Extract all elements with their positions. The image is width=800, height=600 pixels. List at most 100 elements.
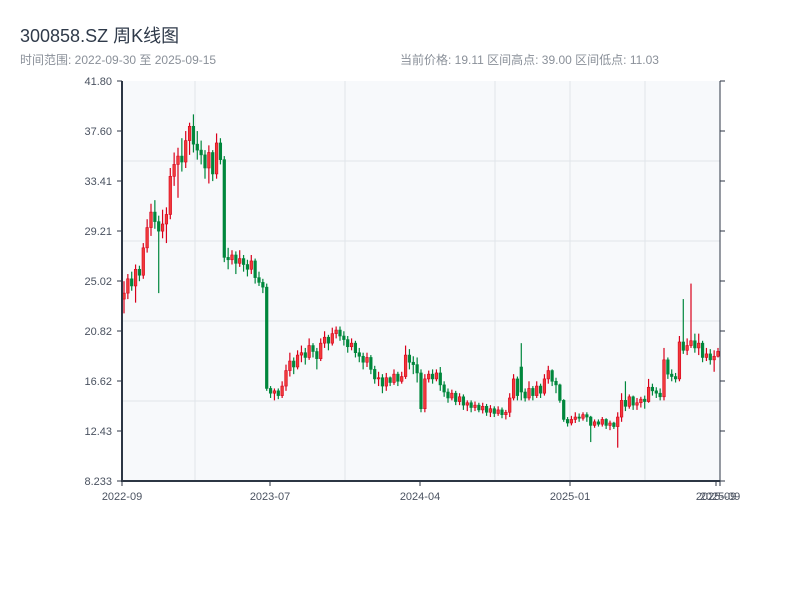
candle-body [670,373,674,377]
candle-body [562,400,566,420]
candle-body [376,377,381,380]
candle-body [380,377,385,387]
candle-body [569,419,574,424]
candle-body [631,396,635,406]
candle-body [700,342,705,358]
candle-body [373,369,377,380]
candle-body [546,370,550,380]
candle-body [500,409,504,415]
candle-body [411,361,415,365]
candle-body [658,392,662,398]
candle-body [604,419,608,426]
candle-body [612,422,616,427]
candle-body [434,372,439,380]
candle-body [446,391,450,399]
candle-body [592,421,597,426]
candle-body [241,258,246,265]
candle-body [288,360,292,371]
candle-body [346,339,350,348]
candle-body [238,258,242,264]
candle-body [654,390,658,394]
candle-body [689,340,693,346]
candle-body [234,254,238,264]
candle-body [122,292,126,300]
candle-body [384,377,388,387]
candle-body [697,342,701,349]
candle-body [430,373,435,380]
plot-area [122,81,720,481]
candle-body [149,211,153,228]
candle-body [307,345,311,358]
candle-body [442,384,446,393]
candle-body [708,353,712,361]
candle-body [465,402,469,406]
candle-body [396,373,400,382]
candle-down [558,383,562,403]
candle-body [361,355,365,363]
y-tick-label: 29.21 [84,226,112,238]
y-tick-label: 12.43 [84,426,112,438]
candle-body [218,142,223,160]
candle-body [160,223,165,232]
candle-body [585,414,589,418]
candle-body [461,396,466,406]
candle-body [484,406,489,413]
candle-body [589,416,593,426]
candle-body [623,400,628,407]
candle-body [650,386,655,392]
candle-body [523,391,527,399]
candle-body [168,176,172,215]
y-tick-label: 25.02 [84,276,112,288]
candle-body [519,366,523,393]
candle-body [558,384,562,401]
candle-body [195,143,199,151]
candle-body [180,155,184,163]
candle-body [330,333,334,344]
candle-body [673,376,678,380]
candle-body [454,392,458,402]
candle-up [677,336,682,382]
y-tick-label: 20.82 [84,326,112,338]
candle-body [295,354,300,368]
candle-body [427,373,431,380]
candle-body [230,254,234,261]
candle-body [662,359,666,398]
candle-down [419,369,423,413]
candle-body [392,373,396,383]
y-tick-label: 37.60 [84,126,112,138]
candle-body [257,277,261,283]
candle-body [550,370,554,382]
candle-body [619,400,624,418]
candle-body [535,385,539,396]
candle-body [184,140,188,163]
candle-up [627,394,631,409]
candle-down [562,399,566,422]
candle-body [126,278,130,294]
candle-body [538,385,543,394]
candle-body [496,409,500,414]
candle-body [511,378,516,399]
candle-body [577,416,581,419]
candle-body [137,268,142,276]
candle-body [492,408,496,414]
candle-body [527,388,531,399]
candle-down [265,283,269,391]
candle-body [712,355,716,361]
y-tick-label: 33.41 [84,176,112,188]
candle-body [415,364,419,374]
candle-body [133,268,138,287]
candlestick-chart: 41.80 37.60 33.41 29.21 25.02 20.82 16.62 12.43… [84,76,740,503]
candle-body [203,154,207,169]
candle-body [153,211,157,222]
candle-body [693,340,697,349]
candle-body [357,352,361,357]
candle-body [515,378,520,396]
candle-body [531,388,535,396]
candle-body [403,354,408,377]
candle-body [365,357,369,363]
candle-body [685,345,689,351]
candle-body [369,357,373,370]
candle-body [303,352,307,358]
candle-body [176,155,180,165]
y-tick-label: 41.80 [84,76,112,88]
